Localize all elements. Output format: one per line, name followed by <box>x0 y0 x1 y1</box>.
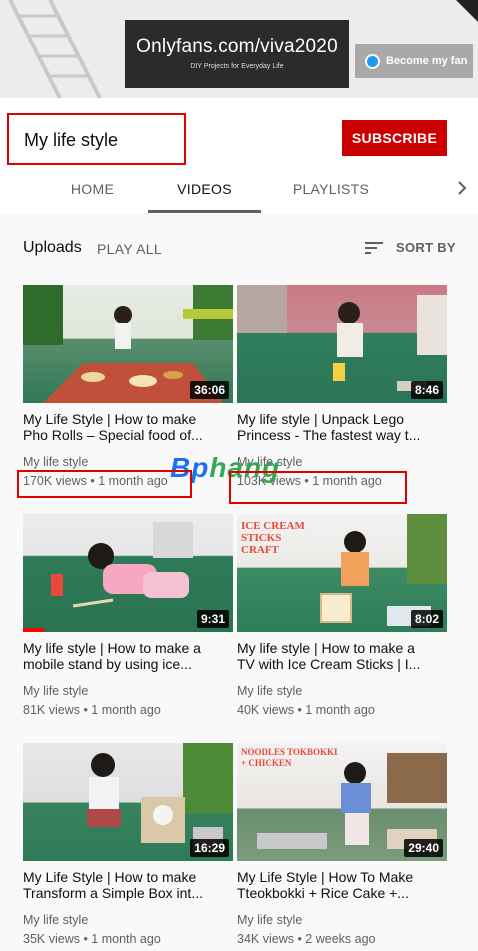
play-all-button[interactable]: PLAY ALL <box>97 241 162 257</box>
video-title-line: My Life Style | How To Make <box>237 869 414 885</box>
video-title-line: Transform a Simple Box int... <box>23 885 203 901</box>
banner-subtitle: DIY Projects for Everyday Life <box>190 63 284 70</box>
sort-icon[interactable] <box>365 240 385 256</box>
thumbnail-caption: NOODLES TOKBOKKI + CHICKEN <box>241 747 341 769</box>
video-title-line: My life style | How to make a <box>237 640 415 656</box>
video-duration: 36:06 <box>190 381 229 399</box>
annotation-box-views-1 <box>17 470 192 498</box>
video-duration: 29:40 <box>404 839 443 857</box>
video-title[interactable]: My Life Style | How to make Transform a … <box>23 869 233 901</box>
annotation-box-channel-name <box>7 113 186 165</box>
video-title-line: My Life Style | How to make <box>23 869 197 885</box>
video-meta: 35K views • 1 month ago <box>23 932 161 946</box>
video-title[interactable]: My Life Style | How To Make Tteokbokki +… <box>237 869 447 901</box>
thumbnail-caption: ICE CREAM STICKS CRAFT <box>241 520 311 556</box>
video-title-line: Pho Rolls – Special food of... <box>23 427 203 443</box>
video-thumbnail[interactable]: 36:06 <box>23 285 233 403</box>
video-title-line: My life style | How to make a <box>23 640 201 656</box>
sort-by-button[interactable]: SORT BY <box>396 240 456 255</box>
become-fan-button[interactable]: Become my fan <box>355 44 473 78</box>
uploads-title: Uploads <box>23 239 82 256</box>
video-thumbnail[interactable]: ICE CREAM STICKS CRAFT 8:02 <box>237 514 447 632</box>
video-meta: 81K views • 1 month ago <box>23 703 161 717</box>
video-meta: 34K views • 2 weeks ago <box>237 932 376 946</box>
corner-decoration <box>456 0 478 22</box>
active-tab-indicator <box>148 210 261 213</box>
annotation-box-views-2 <box>229 471 407 504</box>
video-duration: 16:29 <box>190 839 229 857</box>
fan-icon <box>365 53 380 69</box>
video-channel[interactable]: My life style <box>237 684 302 698</box>
channel-tabs: HOME VIDEOS PLAYLISTS <box>0 166 478 214</box>
video-title-line: mobile stand by using ice... <box>23 656 192 672</box>
chevron-right-icon[interactable] <box>454 180 470 196</box>
thumbnail-caption-line: ICE CREAM STICKS <box>241 520 305 544</box>
video-thumbnail[interactable]: 9:31 <box>23 514 233 632</box>
subscribe-button[interactable]: SUBSCRIBE <box>342 120 447 156</box>
video-title-line: My life style | Unpack Lego <box>237 411 405 427</box>
video-title-line: Princess - The fastest way t... <box>237 427 421 443</box>
video-title-line: My Life Style | How to make <box>23 411 197 427</box>
video-duration: 9:31 <box>196 610 229 628</box>
video-meta: 40K views • 1 month ago <box>237 703 375 717</box>
video-title-line: Tteokbokki + Rice Cake +... <box>237 885 409 901</box>
ladder-decoration <box>8 0 102 98</box>
video-title[interactable]: My life style | How to make a mobile sta… <box>23 640 233 672</box>
video-channel[interactable]: My life style <box>23 684 88 698</box>
thumbnail-caption-line: + CHICKEN <box>241 758 292 768</box>
thumbnail-caption-line: CRAFT <box>241 544 279 556</box>
tab-videos[interactable]: VIDEOS <box>148 166 261 212</box>
video-channel[interactable]: My life style <box>23 455 88 469</box>
video-title-line: TV with Ice Cream Sticks | I... <box>237 656 421 672</box>
video-thumbnail[interactable]: 16:29 <box>23 743 233 861</box>
video-thumbnail[interactable]: NOODLES TOKBOKKI + CHICKEN 29:40 <box>237 743 447 861</box>
video-duration: 8:46 <box>410 381 443 399</box>
thumbnail-caption-line: NOODLES TOKBOKKI <box>241 747 338 757</box>
video-title[interactable]: My life style | How to make a TV with Ic… <box>237 640 447 672</box>
become-fan-label: Become my fan <box>386 55 468 67</box>
video-channel[interactable]: My life style <box>237 913 302 927</box>
tab-playlists[interactable]: PLAYLISTS <box>270 166 392 212</box>
watch-progress-bar <box>23 628 44 632</box>
channel-banner: Onlyfans.com/viva2020 DIY Projects for E… <box>0 0 478 98</box>
video-duration: 8:02 <box>410 610 443 628</box>
tab-home[interactable]: HOME <box>40 166 145 212</box>
banner-text-box: Onlyfans.com/viva2020 DIY Projects for E… <box>125 20 349 88</box>
video-title[interactable]: My Life Style | How to make Pho Rolls – … <box>23 411 233 443</box>
banner-title: Onlyfans.com/viva2020 <box>136 36 338 57</box>
video-thumbnail[interactable]: 8:46 <box>237 285 447 403</box>
video-title[interactable]: My life style | Unpack Lego Princess - T… <box>237 411 447 443</box>
video-channel[interactable]: My life style <box>23 913 88 927</box>
